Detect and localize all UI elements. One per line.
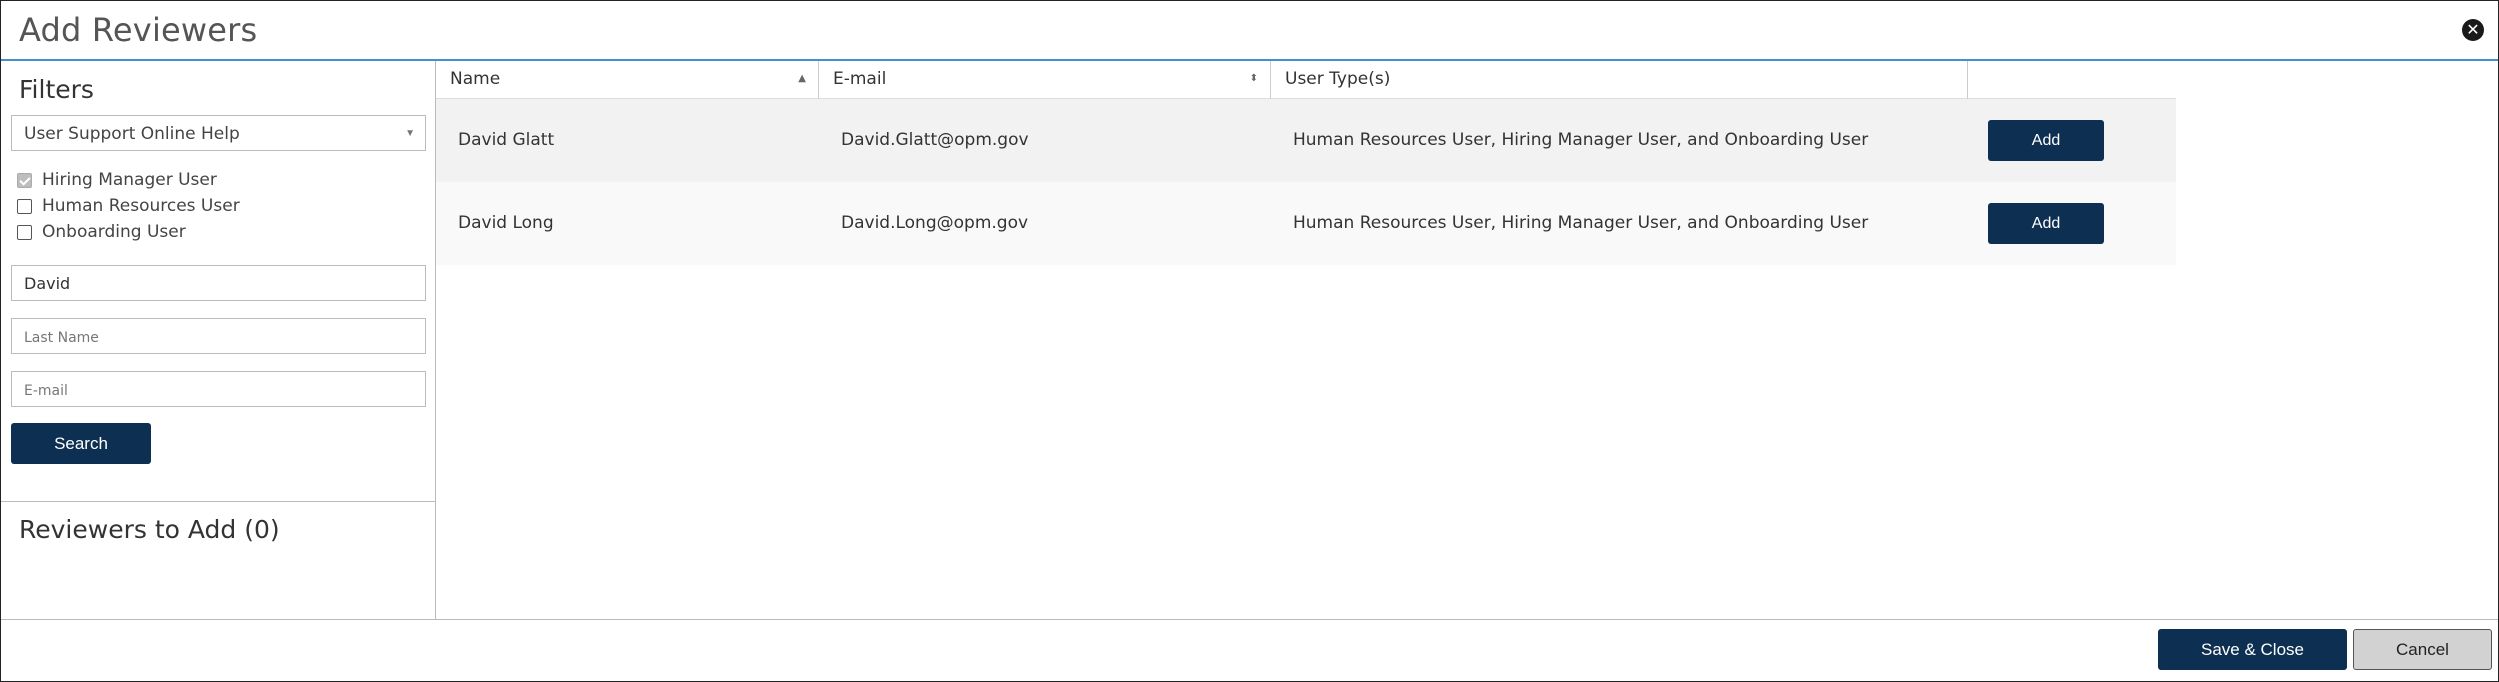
checkbox-hiring-manager[interactable]: Hiring Manager User xyxy=(17,169,217,191)
add-reviewers-modal: Add Reviewers ✕ Filters User Support Onl… xyxy=(0,0,2499,682)
column-header-user-types: User Type(s) xyxy=(1271,61,1968,99)
column-header-action xyxy=(1968,61,2176,99)
header-label: E-mail xyxy=(833,69,887,89)
header-label: Name xyxy=(450,69,501,89)
table-row: David Long David.Long@opm.gov Human Reso… xyxy=(436,182,2176,265)
results-table: Name ▲ E-mail ⬍ User Type(s) David Glatt… xyxy=(436,61,2176,265)
table-row: David Glatt David.Glatt@opm.gov Human Re… xyxy=(436,99,2176,182)
cell-email: David.Glatt@opm.gov xyxy=(841,130,1029,150)
checkbox-label: Human Resources User xyxy=(42,196,240,216)
cancel-button[interactable]: Cancel xyxy=(2353,629,2492,670)
help-dropdown[interactable]: User Support Online Help ▼ xyxy=(11,115,426,151)
cell-email: David.Long@opm.gov xyxy=(841,213,1029,233)
modal-footer: Save & Close Cancel xyxy=(1,619,2498,681)
checkbox-box[interactable] xyxy=(17,224,32,240)
cell-user-types: Human Resources User, Hiring Manager Use… xyxy=(1293,130,1869,150)
add-button[interactable]: Add xyxy=(1988,203,2104,244)
first-name-input[interactable] xyxy=(11,265,426,301)
checkbox-label: Hiring Manager User xyxy=(42,170,217,190)
divider xyxy=(1,501,435,502)
close-icon[interactable]: ✕ xyxy=(2462,19,2484,41)
last-name-input[interactable] xyxy=(11,318,426,354)
header-label: User Type(s) xyxy=(1285,69,1391,89)
checkbox-box[interactable] xyxy=(17,172,32,188)
add-button[interactable]: Add xyxy=(1988,120,2104,161)
cell-name: David Long xyxy=(458,213,554,233)
email-input[interactable] xyxy=(11,371,426,407)
table-header: Name ▲ E-mail ⬍ User Type(s) xyxy=(436,61,2176,99)
dropdown-value: User Support Online Help xyxy=(24,124,240,144)
modal-header: Add Reviewers ✕ xyxy=(1,1,2498,61)
sort-icon: ⬍ xyxy=(1249,73,1258,84)
search-button[interactable]: Search xyxy=(11,423,151,464)
reviewers-to-add-title: Reviewers to Add (0) xyxy=(19,515,280,544)
modal-title: Add Reviewers xyxy=(19,11,258,49)
checkbox-human-resources[interactable]: Human Resources User xyxy=(17,195,240,217)
cell-name: David Glatt xyxy=(458,130,555,150)
checkbox-label: Onboarding User xyxy=(42,222,186,242)
filters-title: Filters xyxy=(19,75,94,104)
filters-panel: Filters User Support Online Help ▼ Hirin… xyxy=(1,61,436,619)
chevron-down-icon: ▼ xyxy=(405,128,415,139)
column-header-email[interactable]: E-mail ⬍ xyxy=(819,61,1271,99)
column-header-name[interactable]: Name ▲ xyxy=(436,61,819,99)
cell-user-types: Human Resources User, Hiring Manager Use… xyxy=(1293,213,1869,233)
save-and-close-button[interactable]: Save & Close xyxy=(2158,629,2347,670)
sort-asc-icon: ▲ xyxy=(798,73,806,84)
checkbox-onboarding[interactable]: Onboarding User xyxy=(17,221,186,243)
checkbox-box[interactable] xyxy=(17,198,32,214)
